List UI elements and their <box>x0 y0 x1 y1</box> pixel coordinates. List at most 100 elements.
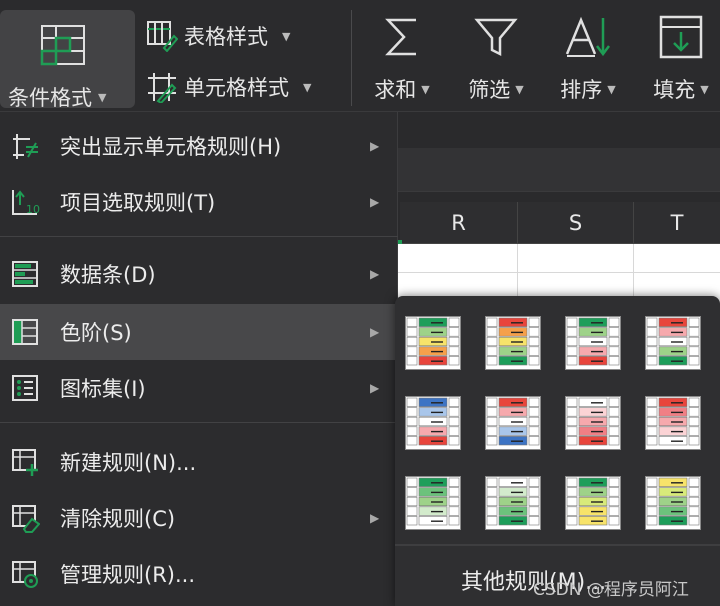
new-rule-icon <box>12 449 38 476</box>
color-scale-swatch-icon <box>565 396 621 450</box>
top-bottom-rules-icon: 10 <box>12 190 40 216</box>
menu-item-top-bottom-rules[interactable]: 10 项目选取规则(T) ▶ <box>0 174 398 230</box>
chevron-right-icon: ▶ <box>370 511 380 525</box>
ribbon-divider <box>351 10 352 106</box>
grid-line <box>517 244 518 304</box>
table-style-icon <box>147 21 178 52</box>
chevron-down-icon: ▼ <box>700 82 709 96</box>
fill-label: 填充 <box>653 78 696 102</box>
menu-item-data-bars[interactable]: 数据条(D) ▶ <box>0 246 398 302</box>
chevron-down-icon: ▼ <box>303 80 312 94</box>
chevron-right-icon: ▶ <box>370 139 380 153</box>
color-scale-swatch-icon <box>565 316 621 370</box>
color-scale-swatch-icon <box>485 476 541 530</box>
filter-label: 筛选 <box>468 78 511 102</box>
conditional-format-label: 条件格式 <box>8 86 92 110</box>
menu-item-label: 色阶(S) <box>60 321 132 345</box>
color-scale-swatch-icon <box>485 396 541 450</box>
color-scale-option[interactable] <box>565 316 621 370</box>
ribbon-toolbar: 条件格式 ▼ 表格样式 ▼ 单元格样式 ▼ 求和 ▼ 筛选 ▼ 排序 ▼ 填充 … <box>0 0 720 112</box>
color-scale-swatch-icon <box>485 316 541 370</box>
fill-down-icon <box>659 15 703 59</box>
cell-style-label: 单元格样式 <box>184 76 289 100</box>
manage-rules-icon <box>12 561 38 588</box>
menu-item-label: 图标集(I) <box>60 377 146 401</box>
color-scale-option[interactable] <box>645 396 701 450</box>
conditional-format-button[interactable]: 条件格式 ▼ <box>0 10 135 110</box>
cell-grid[interactable] <box>398 244 720 304</box>
menu-item-icon-sets[interactable]: 图标集(I) ▶ <box>0 360 398 416</box>
color-scale-option[interactable] <box>565 396 621 450</box>
chevron-right-icon: ▶ <box>370 381 380 395</box>
color-scale-option[interactable] <box>485 316 541 370</box>
color-scale-swatch-icon <box>645 476 701 530</box>
color-scale-swatch-icon <box>565 476 621 530</box>
column-header-s[interactable]: S <box>518 202 634 244</box>
menu-separator <box>0 236 398 237</box>
color-scale-option[interactable] <box>485 476 541 530</box>
chevron-right-icon: ▶ <box>370 267 380 281</box>
chevron-down-icon: ▼ <box>421 82 430 96</box>
table-style-button[interactable]: 表格样式 ▼ <box>146 20 290 52</box>
data-bars-icon <box>12 261 38 287</box>
color-scale-option[interactable] <box>485 396 541 450</box>
submenu-separator <box>395 544 720 546</box>
fill-button[interactable]: 填充 ▼ <box>641 14 720 106</box>
color-scale-swatch-icon <box>645 396 701 450</box>
color-scale-option[interactable] <box>405 316 461 370</box>
cell-style-button[interactable]: 单元格样式 ▼ <box>146 71 311 103</box>
highlight-rules-icon <box>13 134 38 159</box>
color-scales-submenu: 其他规则(M)... <box>395 296 720 606</box>
color-scale-option[interactable] <box>405 396 461 450</box>
color-scale-swatch-icon <box>405 476 461 530</box>
sort-label: 排序 <box>560 78 603 102</box>
color-scale-swatch-icon <box>645 316 701 370</box>
menu-item-label: 数据条(D) <box>60 263 156 287</box>
color-scale-swatch-icon <box>405 396 461 450</box>
sum-button[interactable]: 求和 ▼ <box>362 14 442 106</box>
color-scale-swatch-icon <box>405 316 461 370</box>
menu-item-clear-rules[interactable]: 清除规则(C) ▶ <box>0 490 398 546</box>
color-scale-option[interactable] <box>405 476 461 530</box>
formula-bar[interactable] <box>395 148 720 192</box>
column-label: R <box>451 210 466 235</box>
conditional-format-menu: 突出显示单元格规则(H) ▶ 10 项目选取规则(T) ▶ 数据条(D) ▶ 色… <box>0 112 398 606</box>
column-header-r[interactable]: R <box>400 202 518 244</box>
sigma-icon <box>385 18 416 56</box>
color-scale-option[interactable] <box>645 316 701 370</box>
column-label: T <box>670 210 684 235</box>
sort-button[interactable]: 排序 ▼ <box>548 14 628 106</box>
menu-item-manage-rules[interactable]: 管理规则(R)... <box>0 546 398 602</box>
menu-item-label: 管理规则(R)... <box>60 563 196 587</box>
menu-item-new-rule[interactable]: 新建规则(N)... <box>0 434 398 490</box>
column-label: S <box>568 210 583 235</box>
chevron-right-icon: ▶ <box>370 325 380 339</box>
menu-item-label: 项目选取规则(T) <box>60 191 216 215</box>
table-style-label: 表格样式 <box>184 25 268 49</box>
sum-label: 求和 <box>374 78 417 102</box>
chevron-down-icon: ▼ <box>98 90 107 104</box>
grid-line <box>633 244 634 304</box>
chevron-down-icon: ▼ <box>515 82 524 96</box>
clear-rules-icon <box>12 505 40 533</box>
chevron-down-icon: ▼ <box>282 29 291 43</box>
filter-button[interactable]: 筛选 ▼ <box>456 14 536 106</box>
svg-text:10: 10 <box>26 203 40 216</box>
color-scale-option[interactable] <box>565 476 621 530</box>
menu-item-label: 突出显示单元格规则(H) <box>60 135 282 159</box>
menu-item-highlight-rules[interactable]: 突出显示单元格规则(H) ▶ <box>0 118 398 174</box>
cell-style-icon <box>148 73 177 103</box>
menu-item-label: 清除规则(C) <box>60 507 176 531</box>
menu-item-color-scales[interactable]: 色阶(S) ▶ <box>0 304 398 360</box>
column-header-t[interactable]: T <box>634 202 720 244</box>
filter-icon <box>474 18 518 57</box>
watermark: CSDN @程序员阿江 <box>533 580 689 600</box>
grid-line <box>398 272 720 273</box>
sort-icon <box>565 16 610 57</box>
icon-sets-icon <box>12 375 38 401</box>
menu-item-label: 新建规则(N)... <box>60 451 197 475</box>
conditional-format-icon <box>40 25 85 66</box>
color-scales-icon <box>12 319 38 345</box>
color-scale-option[interactable] <box>645 476 701 530</box>
chevron-down-icon: ▼ <box>607 82 616 96</box>
